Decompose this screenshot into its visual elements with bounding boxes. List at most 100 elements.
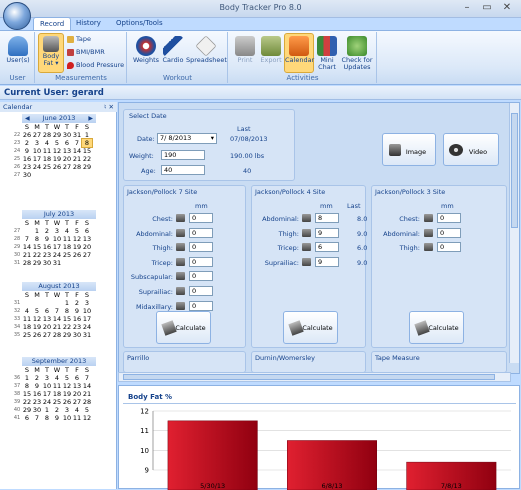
calendar-day[interactable]	[72, 171, 82, 179]
calendar-day[interactable]	[22, 299, 32, 307]
calendar-day[interactable]: 3	[82, 299, 92, 307]
calendar-day[interactable]: 15	[22, 390, 32, 398]
calendar-day[interactable]: 28	[72, 163, 82, 171]
calendar-day[interactable]: 20	[62, 155, 72, 163]
weights-button[interactable]: Weights	[131, 36, 161, 64]
calendar-day[interactable]: 30	[22, 171, 32, 179]
calendar-day[interactable]: 21	[22, 251, 32, 259]
calendar-day[interactable]: 7	[22, 235, 32, 243]
calendar-day[interactable]	[62, 171, 72, 179]
calendar-day[interactable]: 25	[42, 163, 52, 171]
calendar-day[interactable]: 23	[32, 398, 42, 406]
calendar-day[interactable]: 27	[32, 131, 42, 139]
calendar-day[interactable]: 6	[72, 374, 82, 382]
calendar-day[interactable]: 8	[82, 139, 92, 147]
calendar-day[interactable]: 17	[82, 315, 92, 323]
calendar-day[interactable]: 15	[62, 315, 72, 323]
calendar-day[interactable]: 17	[42, 390, 52, 398]
calendar-day[interactable]: 24	[42, 398, 52, 406]
calendar-day[interactable]: 15	[32, 243, 42, 251]
calendar-day[interactable]: 22	[82, 155, 92, 163]
calendar-day[interactable]: 4	[62, 227, 72, 235]
calendar-day[interactable]: 3	[52, 227, 62, 235]
calendar-day[interactable]: 5	[52, 139, 62, 147]
calendar-day[interactable]: 5	[72, 227, 82, 235]
users-button[interactable]: User(s)	[4, 36, 32, 64]
calendar-day[interactable]: 31	[52, 259, 62, 267]
calendar-day[interactable]: 1	[62, 299, 72, 307]
horizontal-scrollbar[interactable]	[118, 372, 511, 382]
age-input[interactable]: 40	[161, 165, 205, 175]
calendar-day[interactable]: 10	[32, 147, 42, 155]
calendar-day[interactable]: 11	[22, 315, 32, 323]
calendar-day[interactable]: 3	[42, 374, 52, 382]
calendar-day[interactable]: 14	[52, 315, 62, 323]
jp3-row-input[interactable]: 0	[437, 213, 461, 223]
calendar-day[interactable]: 1	[42, 406, 52, 414]
calendar-day[interactable]: 28	[52, 331, 62, 339]
calendar-day[interactable]: 4	[22, 307, 32, 315]
calendar-day[interactable]: 9	[52, 414, 62, 422]
spreadsheet-button[interactable]: Spreadsheet	[186, 36, 226, 64]
calendar-day[interactable]: 29	[52, 131, 62, 139]
calendar-day[interactable]: 23	[42, 251, 52, 259]
close-button[interactable]: ✕	[500, 2, 514, 14]
calendar-day[interactable]: 4	[42, 139, 52, 147]
calendar-day[interactable]: 26	[72, 251, 82, 259]
horizontal-scroll-thumb[interactable]	[123, 374, 495, 380]
next-month-icon[interactable]: ▶	[88, 114, 93, 123]
calendar-day[interactable]: 26	[52, 163, 62, 171]
jp4-row-input[interactable]: 9	[315, 257, 339, 267]
calendar-day[interactable]: 7	[52, 307, 62, 315]
calendar-day[interactable]: 7	[72, 139, 82, 147]
calendar-day[interactable]: 19	[62, 390, 72, 398]
calendar-day[interactable]: 11	[52, 382, 62, 390]
calendar-day[interactable]: 3	[62, 406, 72, 414]
calendar-day[interactable]: 31	[72, 131, 82, 139]
calendar-day[interactable]: 21	[82, 390, 92, 398]
calendar-day[interactable]: 19	[32, 323, 42, 331]
calendar-day[interactable]: 23	[22, 163, 32, 171]
calendar-day[interactable]	[42, 171, 52, 179]
calendar-day[interactable]: 26	[62, 398, 72, 406]
calendar-day[interactable]: 24	[32, 163, 42, 171]
calendar-day[interactable]: 14	[72, 147, 82, 155]
calendar-day[interactable]: 22	[22, 398, 32, 406]
jp3-row-input[interactable]: 0	[437, 228, 461, 238]
app-menu-orb[interactable]	[3, 2, 31, 30]
calendar-day[interactable]: 30	[42, 259, 52, 267]
prev-month-icon[interactable]: ◀	[25, 114, 30, 123]
jp3-calculate-button[interactable]: Calculate	[409, 311, 464, 344]
jp7-row-input[interactable]: 0	[189, 271, 213, 281]
calendar-day[interactable]: 2	[22, 139, 32, 147]
calendar-day[interactable]	[42, 299, 52, 307]
calendar-day[interactable]: 15	[82, 147, 92, 155]
calendar-day[interactable]: 18	[52, 390, 62, 398]
calendar-day[interactable]: 18	[22, 323, 32, 331]
calendar-day[interactable]: 8	[62, 307, 72, 315]
pane-pin-close[interactable]: ♮ ✕	[104, 103, 114, 111]
jp7-calculate-button[interactable]: Calculate	[156, 311, 211, 344]
calendar-day[interactable]: 12	[32, 315, 42, 323]
calendar-day[interactable]	[32, 171, 42, 179]
calendar-day[interactable]: 7	[32, 414, 42, 422]
calendar-day[interactable]: 27	[62, 163, 72, 171]
calendar-day[interactable]: 27	[82, 251, 92, 259]
calendar-day[interactable]: 24	[52, 251, 62, 259]
caliper-icon[interactable]	[176, 272, 185, 280]
body-fat-button[interactable]: BodyFat ▾	[38, 33, 64, 73]
calendar-day[interactable]: 20	[82, 243, 92, 251]
calendar-day[interactable]: 21	[52, 323, 62, 331]
calendar-day[interactable]: 28	[42, 131, 52, 139]
calendar-day[interactable]: 18	[62, 243, 72, 251]
export-button[interactable]: Export	[258, 36, 284, 64]
caliper-icon[interactable]	[302, 258, 311, 266]
calendar-day[interactable]: 9	[22, 147, 32, 155]
calendar-day[interactable]: 3	[32, 139, 42, 147]
calendar-day[interactable]: 1	[82, 131, 92, 139]
jp7-row-input[interactable]: 0	[189, 286, 213, 296]
calendar-day[interactable]: 14	[22, 243, 32, 251]
calendar-day[interactable]: 8	[32, 235, 42, 243]
calendar-day[interactable]: 20	[42, 323, 52, 331]
calendar-day[interactable]: 5	[62, 374, 72, 382]
